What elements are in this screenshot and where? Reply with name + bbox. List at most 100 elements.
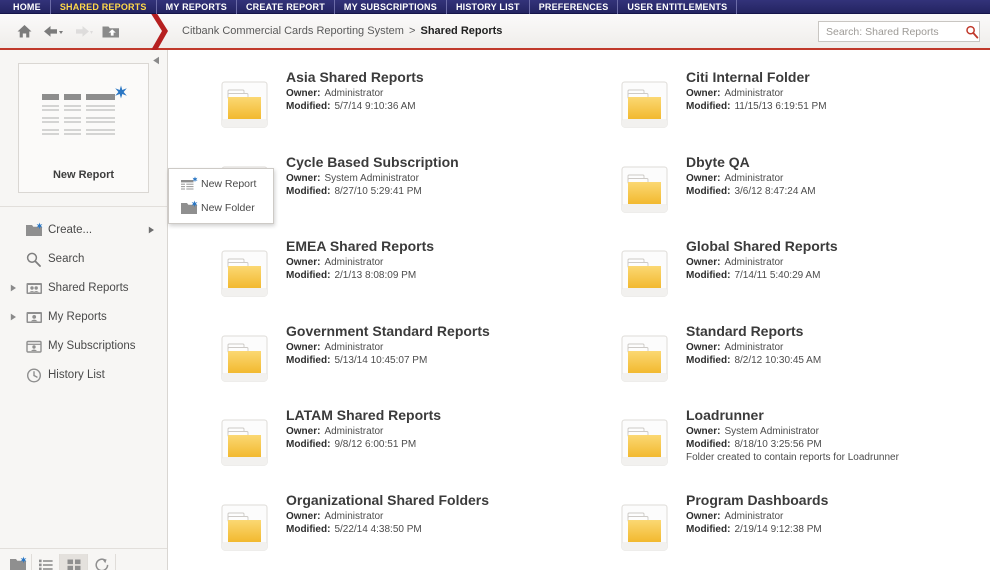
folder-item[interactable]: LATAM Shared Reports Owner: Administrator M… <box>220 406 620 491</box>
folder-item[interactable]: Cycle Based Subscription Owner: System Adm… <box>220 153 620 238</box>
topnav-item-my-reports[interactable]: MY REPORTS <box>157 0 237 14</box>
expander-triangle-icon[interactable] <box>6 284 20 292</box>
folder-item[interactable]: Dbyte QA Owner: Administrator Modified: 3/6/… <box>620 153 990 238</box>
folder-icon[interactable] <box>620 406 686 473</box>
context-menu-item-new-folder[interactable]: New Folder <box>169 196 273 220</box>
sidebar-item-my-reports[interactable]: My Reports <box>0 302 167 331</box>
folder-icon[interactable] <box>620 237 686 304</box>
folder-icon[interactable] <box>620 68 686 135</box>
folder-owner-line: Owner: Administrator <box>686 510 828 523</box>
folder-item[interactable]: Organizational Shared Folders Owner: Admin… <box>220 491 620 570</box>
topnav-item-history-list[interactable]: HISTORY LIST <box>447 0 530 14</box>
back-button[interactable] <box>40 18 66 44</box>
breadcrumb-root[interactable]: Citbank Commercial Cards Reporting Syste… <box>182 25 404 37</box>
topnav-item-create-report[interactable]: CREATE REPORT <box>237 0 335 14</box>
modified-label: Modified: <box>286 270 331 281</box>
sidebar-collapse-button[interactable] <box>152 56 161 65</box>
new-report-card[interactable]: New Report <box>18 63 149 193</box>
sidebar-nav-list: Create... Search Shared Reports My Reports M… <box>0 207 167 548</box>
sidebar-item-create[interactable]: Create... <box>0 215 167 244</box>
owner-label: Owner: <box>286 257 321 268</box>
folder-icon[interactable] <box>220 406 286 473</box>
context-menu-item-label: New Report <box>201 178 257 190</box>
folder-name[interactable]: Global Shared Reports <box>686 237 838 255</box>
folder-name[interactable]: Government Standard Reports <box>286 322 490 340</box>
grid-view-button[interactable] <box>60 553 88 570</box>
context-menu-item-label: New Folder <box>201 202 255 214</box>
expander-triangle-icon[interactable] <box>6 313 20 321</box>
folder-icon[interactable] <box>620 153 686 220</box>
folder-item[interactable]: Citi Internal Folder Owner: Administrator M… <box>620 68 990 153</box>
folder-icon[interactable] <box>220 237 286 304</box>
folder-item[interactable]: Program Dashboards Owner: Administrator Mod… <box>620 491 990 570</box>
owner-value: Administrator <box>324 426 384 437</box>
topnav-item-preferences[interactable]: PREFERENCES <box>530 0 619 14</box>
folder-name[interactable]: LATAM Shared Reports <box>286 406 441 424</box>
sidebar-item-label: Search <box>48 252 85 265</box>
folder-name[interactable]: Program Dashboards <box>686 491 828 509</box>
folder-modified-line: Modified: 5/13/14 10:45:07 PM <box>286 354 490 367</box>
folder-metadata: Loadrunner Owner: System Administrator Modi… <box>686 406 899 464</box>
folder-item[interactable]: Loadrunner Owner: System Administrator Modi… <box>620 406 990 491</box>
context-menu-item-new-report[interactable]: New Report <box>169 172 273 196</box>
owner-label: Owner: <box>686 510 721 522</box>
topnav-item-my-subscriptions[interactable]: MY SUBSCRIPTIONS <box>335 0 447 14</box>
folder-modified-line: Modified: 5/22/14 4:38:50 PM <box>286 523 489 536</box>
sidebar-item-shared-reports[interactable]: Shared Reports <box>0 273 167 302</box>
search-icon[interactable] <box>965 25 979 39</box>
sidebar-item-search[interactable]: Search <box>0 244 167 273</box>
sidebar-item-history-list[interactable]: History List <box>0 360 167 389</box>
breadcrumb-current: Shared Reports <box>420 25 503 37</box>
folder-item[interactable]: Asia Shared Reports Owner: Administrator Mo… <box>220 68 620 153</box>
modified-label: Modified: <box>686 523 731 535</box>
new-folder-view-button[interactable] <box>4 553 32 570</box>
owner-label: Owner: <box>686 341 721 353</box>
folder-name[interactable]: Citi Internal Folder <box>686 68 827 86</box>
folder-name[interactable]: Cycle Based Subscription <box>286 153 459 171</box>
folder-item[interactable]: EMEA Shared Reports Owner: Administrator Mo… <box>220 237 620 322</box>
folder-name[interactable]: Asia Shared Reports <box>286 68 424 86</box>
sidebar: New Report Create... Search Shared Reports… <box>0 50 168 570</box>
folder-description: Folder created to contain reports for Lo… <box>686 452 899 463</box>
modified-value: 8/27/10 5:29:41 PM <box>334 185 422 197</box>
up-folder-button[interactable] <box>98 18 124 44</box>
folder-icon[interactable] <box>220 491 286 558</box>
topnav-item-user-entitlements[interactable]: USER ENTITLEMENTS <box>618 0 738 14</box>
folder-name[interactable]: EMEA Shared Reports <box>286 237 434 255</box>
folder-metadata: LATAM Shared Reports Owner: Administrator M… <box>286 406 441 451</box>
sidebar-item-my-subscriptions[interactable]: My Subscriptions <box>0 331 167 360</box>
folder-name[interactable]: Loadrunner <box>686 406 899 424</box>
refresh-button[interactable] <box>88 553 116 570</box>
folder-icon[interactable] <box>220 68 286 135</box>
owner-label: Owner: <box>686 257 721 268</box>
sidebar-item-label: My Reports <box>48 310 107 323</box>
modified-value: 8/2/12 10:30:45 AM <box>734 354 822 366</box>
owner-value: Administrator <box>724 172 784 184</box>
topnav-item-shared-reports[interactable]: SHARED REPORTS <box>51 0 157 14</box>
owner-value: Administrator <box>324 88 384 99</box>
topnav-item-home[interactable]: HOME <box>4 0 51 14</box>
forward-button[interactable] <box>69 18 95 44</box>
folder-item[interactable]: Government Standard Reports Owner: Adminis… <box>220 322 620 407</box>
search-input[interactable] <box>819 22 965 41</box>
home-button[interactable] <box>11 18 37 44</box>
folder-owner-line: Owner: Administrator <box>686 256 838 269</box>
folder-icon[interactable] <box>620 322 686 389</box>
folder-name[interactable]: Organizational Shared Folders <box>286 491 489 509</box>
folder-name[interactable]: Standard Reports <box>686 322 821 340</box>
refresh-icon <box>93 556 111 570</box>
search-box[interactable] <box>818 21 980 42</box>
folder-icon[interactable] <box>620 491 686 558</box>
folder-item[interactable]: Global Shared Reports Owner: Administrator… <box>620 237 990 322</box>
list-view-button[interactable] <box>32 553 60 570</box>
folder-owner-line: Owner: Administrator <box>686 341 821 354</box>
folder-metadata: Program Dashboards Owner: Administrator Mod… <box>686 491 828 536</box>
folder-name[interactable]: Dbyte QA <box>686 153 816 171</box>
folder-item[interactable]: Standard Reports Owner: Administrator Modif… <box>620 322 990 407</box>
sidebar-item-label: My Subscriptions <box>48 339 136 352</box>
owner-value: System Administrator <box>324 172 419 184</box>
folder-modified-line: Modified: 8/18/10 3:25:56 PM <box>686 438 899 451</box>
owner-label: Owner: <box>286 172 321 184</box>
folder-icon[interactable] <box>220 322 286 389</box>
new-report-icon <box>177 176 201 192</box>
